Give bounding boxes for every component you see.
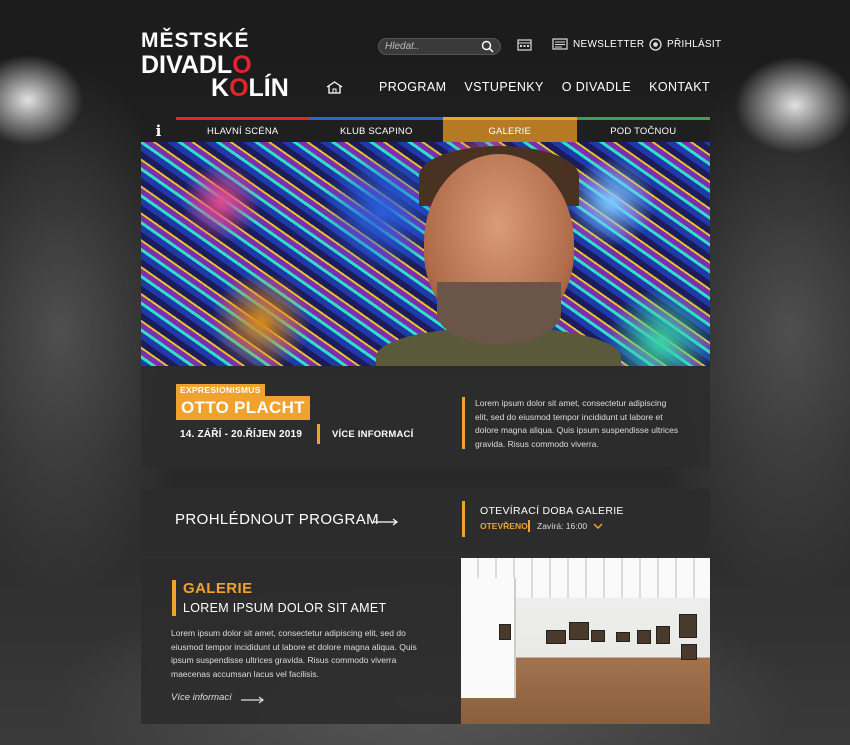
nav-o-divadle[interactable]: O DIVADLE <box>562 80 631 94</box>
tab-klub-scapino[interactable]: KLUB SCAPINO <box>309 117 443 142</box>
painting <box>616 632 630 642</box>
logo-line-1: MĚSTSKÉ <box>141 29 250 52</box>
venue-tabs: i HLAVNÍ SCÉNA KLUB SCAPINO GALERIE POD … <box>141 117 710 142</box>
logo-lin: LÍN <box>248 74 289 102</box>
logo-line-3: KOLÍN <box>211 76 289 101</box>
search-input[interactable] <box>385 41 481 52</box>
logo-o2-red: O <box>229 74 249 102</box>
gallery-photo <box>461 558 710 724</box>
painting <box>546 630 566 644</box>
calendar-icon <box>517 39 532 51</box>
gallery-title: GALERIE <box>183 580 253 597</box>
newsletter-icon <box>552 38 568 50</box>
tab-hlavni-scena[interactable]: HLAVNÍ SCÉNA <box>176 117 310 142</box>
search-icon[interactable] <box>481 40 494 53</box>
painting <box>679 614 697 638</box>
program-row: PROHLÉDNOUT PROGRAM OTEVÍRACÍ DOBA GALER… <box>141 489 710 549</box>
genre-badge: EXPRESIONISMUS <box>176 384 265 396</box>
nav-kontakt[interactable]: KONTAKT <box>649 80 710 94</box>
search-box[interactable] <box>378 38 501 55</box>
painting <box>569 622 589 640</box>
open-status: OTEVŘENO <box>480 521 528 531</box>
newsletter-label: NEWSLETTER <box>573 38 645 50</box>
home-icon[interactable] <box>326 81 343 94</box>
info-icon[interactable]: i <box>141 117 176 142</box>
artist-name: OTTO PLACHT <box>176 396 310 420</box>
painting <box>591 630 605 642</box>
tab-pod-tocnou[interactable]: POD TOČNOU <box>576 117 710 142</box>
painting <box>681 644 697 660</box>
tab-galerie[interactable]: GALERIE <box>443 117 577 142</box>
newsletter-link[interactable]: NEWSLETTER <box>552 38 644 50</box>
hero-image <box>141 142 710 366</box>
arrow-right-icon[interactable] <box>373 518 399 526</box>
user-icon <box>649 38 662 51</box>
divider <box>528 520 530 532</box>
gallery-hours-title: OTEVÍRACÍ DOBA GALERIE <box>480 505 624 517</box>
more-info-link[interactable]: VÍCE INFORMACÍ <box>332 429 413 440</box>
main-nav: PROGRAM VSTUPENKY O DIVADLE KONTAKT <box>326 80 710 94</box>
painting <box>499 624 511 640</box>
login-link[interactable]: PŘIHLÁSIT <box>649 38 721 51</box>
divider <box>462 501 465 537</box>
event-description: Lorem ipsum dolor sit amet, consectetur … <box>475 398 679 449</box>
logo[interactable]: MĚSTSKÉ DIVADLO KOLÍN <box>141 30 289 101</box>
calendar-button[interactable] <box>517 38 537 51</box>
logo-k: K <box>211 74 230 102</box>
divider <box>317 424 320 444</box>
portrait-beard <box>437 282 561 344</box>
painting <box>637 630 651 644</box>
gallery-text: Lorem ipsum dolor sit amet, consectetur … <box>171 628 417 679</box>
gallery-more-link[interactable]: Více informací <box>171 692 232 703</box>
browse-program-link[interactable]: PROHLÉDNOUT PROGRAM <box>175 511 379 528</box>
gallery-section: GALERIE LOREM IPSUM DOLOR SIT AMET Lorem… <box>141 558 710 724</box>
gallery-subtitle: LOREM IPSUM DOLOR SIT AMET <box>183 601 387 615</box>
chevron-down-icon[interactable] <box>593 523 603 529</box>
event-dates: 14. ZÁŘÍ - 20.ŘÍJEN 2019 <box>180 429 303 440</box>
arrow-right-icon[interactable] <box>241 696 265 704</box>
divider <box>172 580 176 616</box>
event-panel: EXPRESIONISMUS OTTO PLACHT 14. ZÁŘÍ - 20… <box>141 366 710 467</box>
nav-vstupenky[interactable]: VSTUPENKY <box>464 80 543 94</box>
divider <box>462 397 465 449</box>
closing-time: Zavírá: 16:00 <box>537 521 588 531</box>
login-label: PŘIHLÁSIT <box>667 39 722 50</box>
nav-program[interactable]: PROGRAM <box>379 80 446 94</box>
painting <box>656 626 670 644</box>
